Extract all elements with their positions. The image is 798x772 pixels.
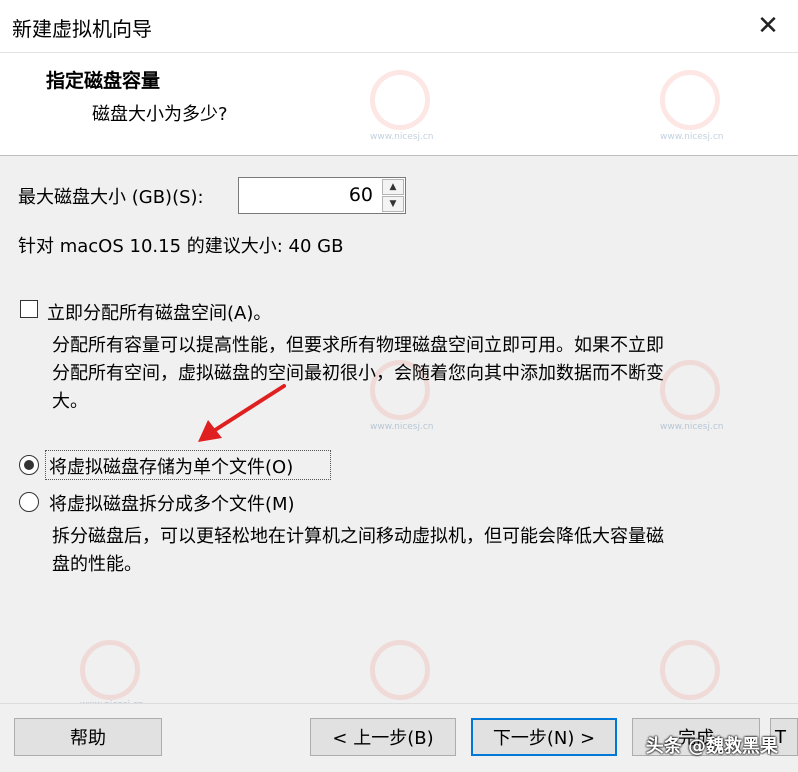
next-button-label: 下一步(N) > [492, 728, 596, 749]
window-title: 新建虚拟机向导 [12, 17, 152, 41]
help-button-label: 帮助 [70, 728, 106, 749]
disk-size-input[interactable]: 60 [239, 178, 379, 213]
watermark-logo-icon [660, 360, 720, 420]
watermark-logo-icon [660, 640, 720, 700]
split-desc-line: 盘的性能。 [52, 554, 142, 575]
store-single-label[interactable]: 将虚拟磁盘存储为单个文件(O) [49, 453, 293, 479]
disk-size-stepper[interactable]: 60 ▲ ▼ [238, 177, 406, 214]
watermark-logo-icon [80, 640, 140, 700]
close-icon: ✕ [757, 11, 779, 41]
split-files-label[interactable]: 将虚拟磁盘拆分成多个文件(M) [49, 490, 295, 516]
next-button[interactable]: 下一步(N) > [471, 718, 617, 756]
arrow-annotation-icon [198, 384, 286, 442]
watermark-text: www.nicesj.cn [370, 422, 434, 432]
back-button-label: < 上一步(B) [332, 728, 434, 749]
triangle-up-icon: ▲ [389, 182, 397, 192]
increment-button[interactable]: ▲ [382, 179, 404, 195]
recommended-size: 针对 macOS 10.15 的建议大小: 40 GB [18, 236, 344, 257]
split-files-radio[interactable] [19, 492, 39, 512]
help-button[interactable]: 帮助 [14, 718, 162, 756]
allocate-description: 分配所有容量可以提高性能，但要求所有物理磁盘空间立即可用。如果不立即 分配所有空… [52, 332, 664, 416]
triangle-down-icon: ▼ [389, 199, 397, 209]
allocate-desc-line: 分配所有容量可以提高性能，但要求所有物理磁盘空间立即可用。如果不立即 [52, 335, 664, 356]
page-subtitle: 磁盘大小为多少? [92, 104, 228, 125]
split-description: 拆分磁盘后，可以更轻松地在计算机之间移动虚拟机，但可能会降低大容量磁 盘的性能。 [52, 523, 664, 579]
allocate-checkbox[interactable] [20, 300, 38, 318]
watermark-logo-icon [660, 70, 720, 130]
allocate-desc-line: 分配所有空间，虚拟磁盘的空间最初很小，会随着您向其中添加数据而不断变 [52, 363, 664, 384]
page-title: 指定磁盘容量 [46, 70, 161, 92]
watermark-text: www.nicesj.cn [660, 132, 724, 142]
watermark-text: www.nicesj.cn [660, 422, 724, 432]
back-button[interactable]: < 上一步(B) [310, 718, 456, 756]
split-desc-line: 拆分磁盘后，可以更轻松地在计算机之间移动虚拟机，但可能会降低大容量磁 [52, 526, 664, 547]
watermark-logo-icon [370, 640, 430, 700]
title-bar: 新建虚拟机向导 ✕ [0, 0, 798, 53]
store-single-radio[interactable] [19, 455, 39, 475]
author-watermark: 头条 @魏救黑果 [645, 736, 778, 757]
allocate-label[interactable]: 立即分配所有磁盘空间(A)。 [47, 299, 271, 325]
radio-selected-dot [24, 460, 34, 470]
watermark-logo-icon [370, 70, 430, 130]
watermark-text: www.nicesj.cn [370, 132, 434, 142]
stepper-buttons: ▲ ▼ [382, 179, 404, 212]
decrement-button[interactable]: ▼ [382, 196, 404, 212]
disk-size-label: 最大磁盘大小 (GB)(S): [18, 187, 204, 208]
close-button[interactable]: ✕ [738, 0, 798, 52]
allocate-desc-line: 大。 [52, 391, 88, 412]
